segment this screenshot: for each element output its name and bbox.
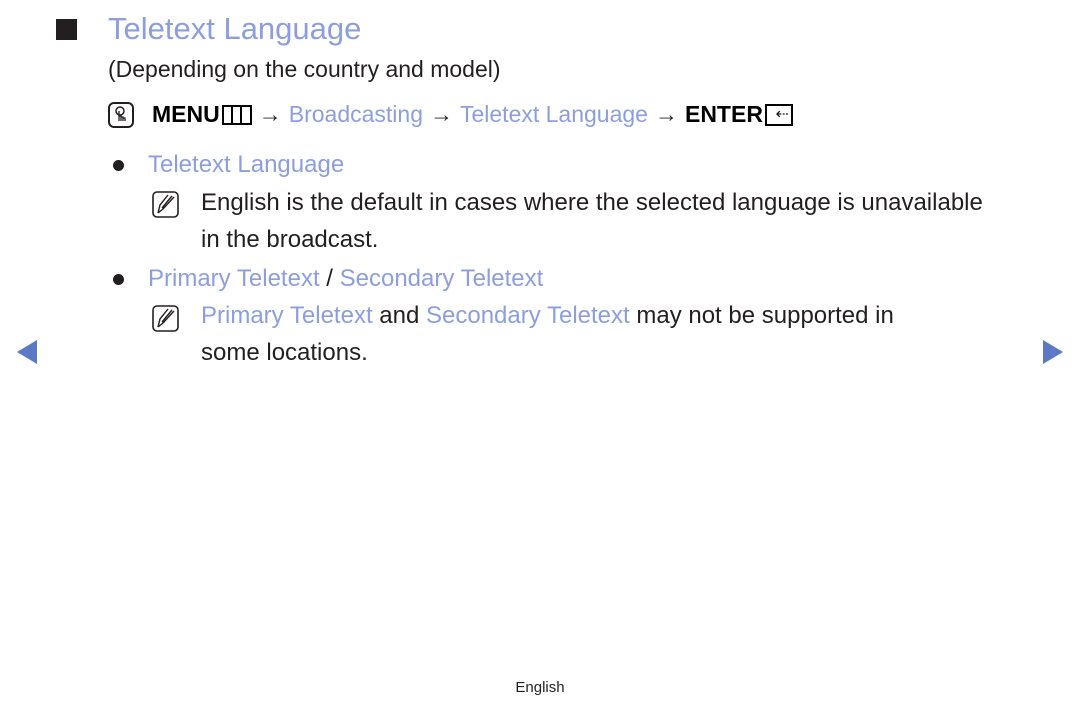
path-teletext-language[interactable]: Teletext Language [460, 101, 648, 128]
bullet-icon [113, 274, 124, 285]
enter-return-icon: ⇠ [764, 103, 793, 126]
menu-path: MENU → Broadcasting → Teletext Language … [108, 101, 793, 128]
path-arrow: → [654, 101, 678, 127]
next-page-arrow-icon[interactable] [1043, 340, 1063, 364]
path-arrow: → [258, 101, 282, 127]
menu-label: MENU [152, 101, 220, 127]
note-text: Primary Teletext and Secondary Teletext … [201, 302, 894, 330]
page-subtitle: (Depending on the country and model) [108, 56, 501, 82]
heading-primary-teletext: Primary Teletext [148, 265, 320, 292]
note-and: and [372, 302, 426, 329]
note-pencil-icon [152, 305, 179, 332]
note-link-primary-teletext: Primary Teletext [201, 302, 373, 329]
bullet-icon [113, 160, 124, 171]
note-text-continued: in the broadcast. [201, 226, 379, 253]
note-text-continued: some locations. [201, 339, 368, 366]
section-heading-teletext: Primary Teletext / Secondary Teletext [148, 265, 543, 293]
section-heading-teletext-language: Teletext Language [148, 151, 345, 178]
path-broadcasting[interactable]: Broadcasting [289, 101, 423, 128]
section-marker-icon [56, 19, 77, 40]
heading-secondary-teletext: Secondary Teletext [339, 265, 544, 292]
previous-page-arrow-icon[interactable] [17, 340, 37, 364]
menu-grid-icon [221, 104, 252, 125]
heading-separator: / [319, 265, 340, 292]
note-text: English is the default in cases where th… [201, 189, 983, 216]
note-link-secondary-teletext: Secondary Teletext [426, 302, 630, 329]
enter-label: ENTER [684, 101, 763, 127]
path-arrow: → [429, 101, 453, 127]
ok-hand-icon [108, 101, 134, 128]
page-title: Teletext Language [108, 11, 362, 46]
footer-language: English [515, 679, 565, 696]
note-pencil-icon [152, 191, 179, 218]
note-rest: may not be supported in [629, 302, 894, 329]
